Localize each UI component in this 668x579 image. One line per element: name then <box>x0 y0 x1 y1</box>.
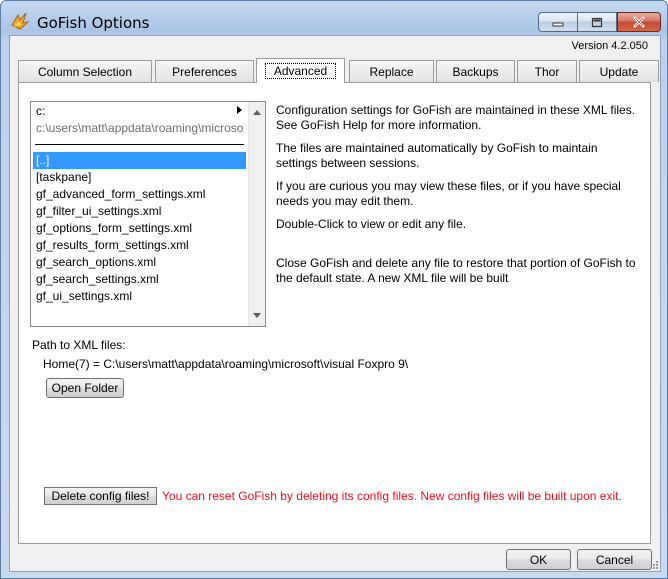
maximize-button[interactable] <box>578 12 617 32</box>
tab-replace[interactable]: Replace <box>349 60 434 82</box>
file-list: [..] [taskpane] gf_advanced_form_setting… <box>33 152 246 305</box>
tab-label: Update <box>599 64 639 79</box>
description-paragraph: Configuration settings for GoFish are ma… <box>276 103 636 132</box>
gofish-app-icon <box>11 12 30 30</box>
drive-label: c: <box>36 104 46 118</box>
title-bar[interactable]: GoFish Options <box>1 1 667 35</box>
scroll-down-arrow-icon[interactable] <box>253 313 261 318</box>
list-item[interactable]: gf_search_options.xml <box>33 254 246 271</box>
list-item[interactable]: gf_search_settings.xml <box>33 271 246 288</box>
xml-path-label: Path to XML files: <box>32 338 126 352</box>
description-paragraph: The files are maintained automatically b… <box>276 141 598 170</box>
minimize-button[interactable] <box>538 12 578 32</box>
description-paragraph: Close GoFish and delete any file to rest… <box>276 256 636 285</box>
tab-thor[interactable]: Thor <box>517 60 577 82</box>
listbox-content: c: c:\users\matt\appdata\roaming\microso… <box>31 102 248 326</box>
options-window: GoFish Options Version 4.2.050 Column Se… <box>0 0 668 579</box>
maximize-icon <box>591 17 603 27</box>
xml-file-listbox[interactable]: c: c:\users\matt\appdata\roaming\microso… <box>30 101 266 327</box>
list-item[interactable]: gf_results_form_settings.xml <box>33 237 246 254</box>
xml-path-value: Home(7) = C:\users\matt\appdata\roaming\… <box>43 357 409 371</box>
description-paragraph: Double-Click to view or edit any file. <box>276 217 467 231</box>
reset-info-message: You can reset GoFish by deleting its con… <box>162 489 622 503</box>
list-item[interactable]: gf_options_form_settings.xml <box>33 220 246 237</box>
advanced-tab-panel: c: c:\users\matt\appdata\roaming\microso… <box>18 82 651 544</box>
list-item[interactable]: gf_filter_ui_settings.xml <box>33 203 246 220</box>
close-icon <box>633 16 645 28</box>
scroll-up-arrow-icon[interactable] <box>253 110 261 115</box>
list-item-parent-dir[interactable]: [..] <box>33 152 246 169</box>
tab-label: Advanced <box>264 63 337 79</box>
tab-label: Replace <box>369 64 414 79</box>
description-paragraph: If you are curious you may view these fi… <box>276 179 621 208</box>
listbox-scrollbar[interactable] <box>248 102 265 326</box>
delete-config-files-button[interactable]: Delete config files! <box>44 487 157 505</box>
list-item[interactable]: gf_ui_settings.xml <box>33 288 246 305</box>
drive-expand-arrow-icon[interactable] <box>237 106 242 114</box>
tab-label: Preferences <box>172 64 237 79</box>
open-folder-button[interactable]: Open Folder <box>46 378 124 398</box>
tab-label: Backups <box>452 64 499 79</box>
listbox-separator <box>35 144 244 145</box>
tab-advanced[interactable]: Advanced <box>256 58 345 83</box>
tab-label: Column Selection <box>37 64 133 79</box>
list-item[interactable]: [taskpane] <box>33 169 246 186</box>
tab-update[interactable]: Update <box>579 60 659 82</box>
current-directory-path: c:\users\matt\appdata\roaming\microso <box>36 121 244 135</box>
tab-preferences[interactable]: Preferences <box>155 60 254 82</box>
tab-column-selection[interactable]: Column Selection <box>18 60 152 82</box>
ok-button[interactable]: OK <box>506 549 571 570</box>
version-label: Version 4.2.050 <box>571 40 648 52</box>
window-title: GoFish Options <box>37 14 150 32</box>
cancel-button[interactable]: Cancel <box>577 549 652 570</box>
list-item[interactable]: gf_advanced_form_settings.xml <box>33 186 246 203</box>
close-button[interactable] <box>617 12 661 32</box>
dialog-client-area: Version 4.2.050 Column Selection Prefere… <box>9 35 661 572</box>
drive-selector[interactable]: c: <box>36 104 246 118</box>
tab-label: Thor <box>534 64 560 79</box>
tab-backups[interactable]: Backups <box>436 60 515 82</box>
tab-strip: Column Selection Preferences Advanced Re… <box>18 58 659 83</box>
resize-grip-icon[interactable] <box>649 560 659 570</box>
minimize-icon <box>552 22 564 27</box>
